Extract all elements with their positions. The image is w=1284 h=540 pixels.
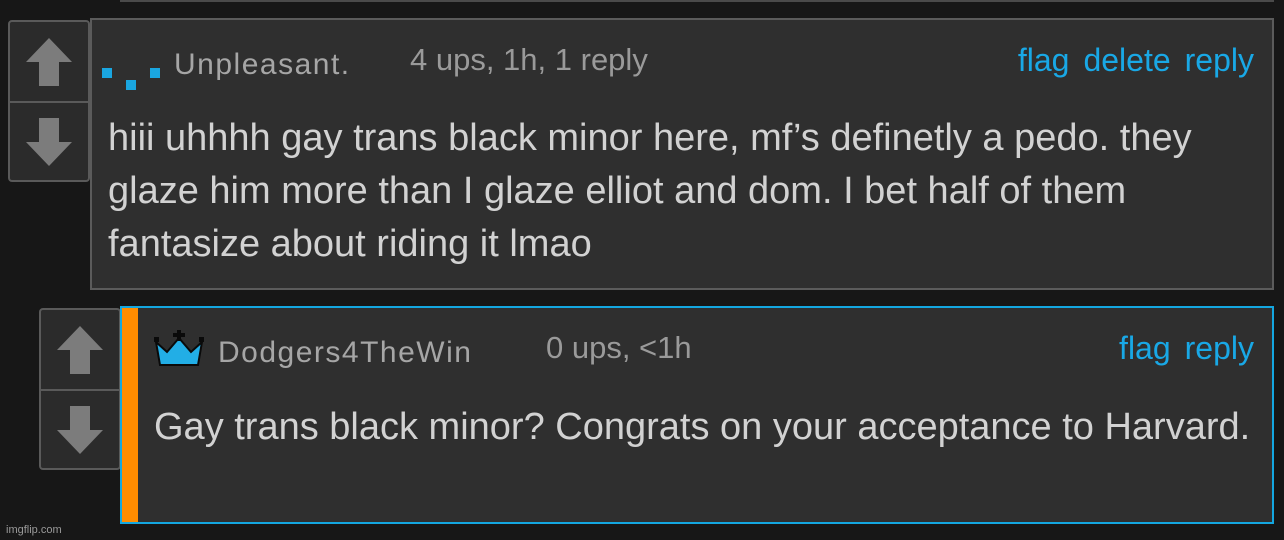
comment: Unpleasant. 4 ups, 1h, 1 reply flag dele… [90,18,1274,290]
comment-text: Gay trans black minor? Congrats on your … [154,406,1251,448]
downvote-button[interactable] [41,390,119,469]
watermark: imgflip.com [6,524,62,536]
upvote-button[interactable] [10,22,88,103]
reply-accent-bar [122,308,138,522]
downvote-button[interactable] [10,102,88,181]
previous-comment-box [120,0,1274,2]
comment-username[interactable]: Dodgers4TheWin [218,336,472,370]
flag-link[interactable]: flag [1119,330,1171,367]
flag-link[interactable]: flag [1018,42,1070,79]
dots-badge-icon [102,68,160,90]
comment-meta: 0 ups, <1h [546,330,692,365]
reply-link[interactable]: reply [1185,42,1254,79]
arrow-down-icon [57,405,103,454]
reply-comment: Dodgers4TheWin 0 ups, <1h flag reply Gay… [120,306,1274,524]
comment-username[interactable]: Unpleasant. [174,48,351,82]
arrow-up-icon [26,37,72,86]
comment-meta: 4 ups, 1h, 1 reply [410,42,648,77]
delete-link[interactable]: delete [1083,42,1170,79]
comment-text: hiii uhhhh gay trans black minor here, m… [108,117,1192,265]
vote-widget [8,20,90,182]
comment-actions: flag reply [1119,330,1254,367]
vote-widget [39,308,121,470]
upvote-button[interactable] [41,310,119,391]
comment-actions: flag delete reply [1018,42,1254,79]
arrow-up-icon [57,325,103,374]
crown-icon [154,330,204,366]
arrow-down-icon [26,117,72,166]
reply-link[interactable]: reply [1185,330,1254,367]
